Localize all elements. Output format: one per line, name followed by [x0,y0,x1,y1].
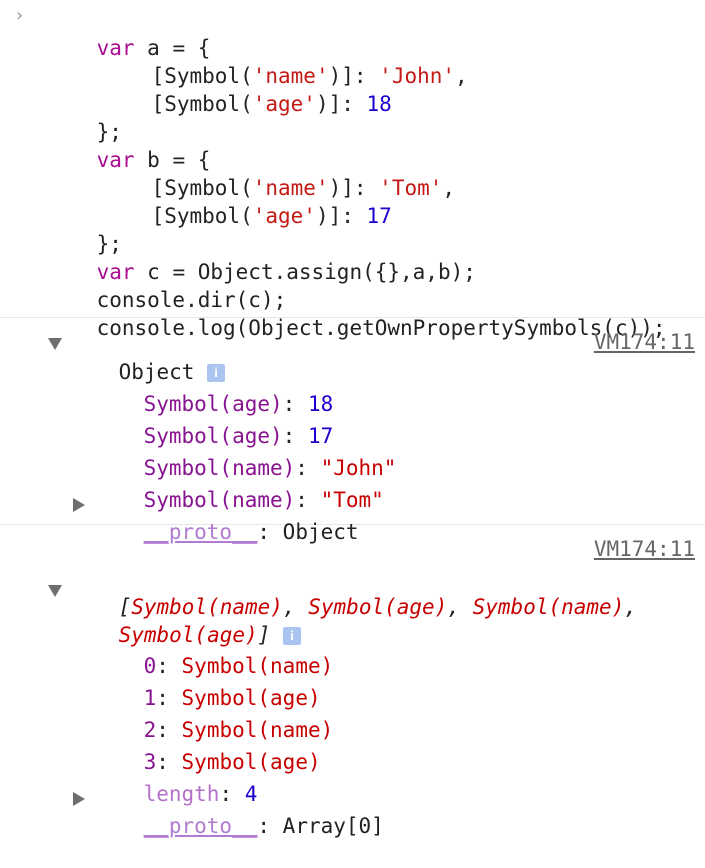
code-number: 18 [366,92,392,116]
source-link[interactable]: VM174:11 [594,535,695,563]
array-summary-line-1[interactable]: [Symbol(name), Symbol(age), Symbol(name)… [68,565,637,619]
code-string: 'age' [252,204,316,228]
expand-triangle-icon[interactable] [73,498,85,512]
summary-item: Symbol(age) [308,595,448,619]
property-separator: : [257,814,283,838]
property-row: Symbol(name): "Tom" [93,458,384,512]
collapse-triangle-icon[interactable] [48,585,62,597]
array-item-row: 0: Symbol(name) [93,624,334,678]
code-line-4: }; [46,90,122,144]
code-text: , [442,176,456,200]
object-header[interactable]: Object i [68,330,226,384]
property-row: Symbol(age): 17 [93,394,334,448]
code-line-7: [Symbol('age')]: 17 [101,174,392,228]
collapse-triangle-icon[interactable] [48,338,62,350]
property-row: Symbol(age): 18 [93,362,334,416]
proto-value: Array[0] [282,814,384,838]
code-line-5: var b = { [46,118,211,172]
array-summary-line-2[interactable]: Symbol(age)] i [68,593,301,647]
summary-separator: , [624,595,637,619]
code-string: 'age' [252,92,316,116]
summary-item: Symbol(name) [472,595,625,619]
code-line-2: [Symbol('name')]: 'John', [101,34,468,88]
code-text: [Symbol( [151,92,253,116]
code-text: )]: [315,204,367,228]
code-text: )]: [315,92,367,116]
array-item-row: 3: Symbol(age) [93,720,321,774]
code-text: [Symbol( [151,204,253,228]
proto-key: __proto__ [143,814,258,838]
code-line-8: }; [46,202,122,256]
code-line-1: var a = { [46,6,211,60]
summary-separator: , [447,595,473,619]
proto-row[interactable]: __proto__: Object [93,490,359,544]
code-line-9: var c = Object.assign({},a,b); [46,230,476,284]
code-line-10: console.dir(c); [46,258,287,312]
source-link[interactable]: VM174:11 [594,328,695,356]
property-row: Symbol(name): "John" [93,426,397,480]
expand-triangle-icon[interactable] [73,792,85,806]
array-item-row: 2: Symbol(name) [93,688,334,742]
console-input-block: › var a = { [Symbol('name')]: 'John', [S… [0,0,705,340]
length-row: length: 4 [93,752,258,806]
proto-row[interactable]: __proto__: Array[0] [93,784,384,838]
code-line-11: console.log(Object.getOwnPropertySymbols… [46,286,666,340]
code-line-3: [Symbol('age')]: 18 [101,62,392,116]
code-text: , [455,64,468,88]
code-line-6: [Symbol('name')]: 'Tom', [101,146,455,200]
array-item-row: 1: Symbol(age) [93,656,321,710]
code-number: 17 [366,204,392,228]
console-output-dir: VM174:11 Object i Symbol(age): 18 Symbol… [0,318,705,544]
prompt-chevron-icon: › [14,5,25,26]
console-output-log: VM174:11 [Symbol(name), Symbol(age), Sym… [0,525,705,838]
